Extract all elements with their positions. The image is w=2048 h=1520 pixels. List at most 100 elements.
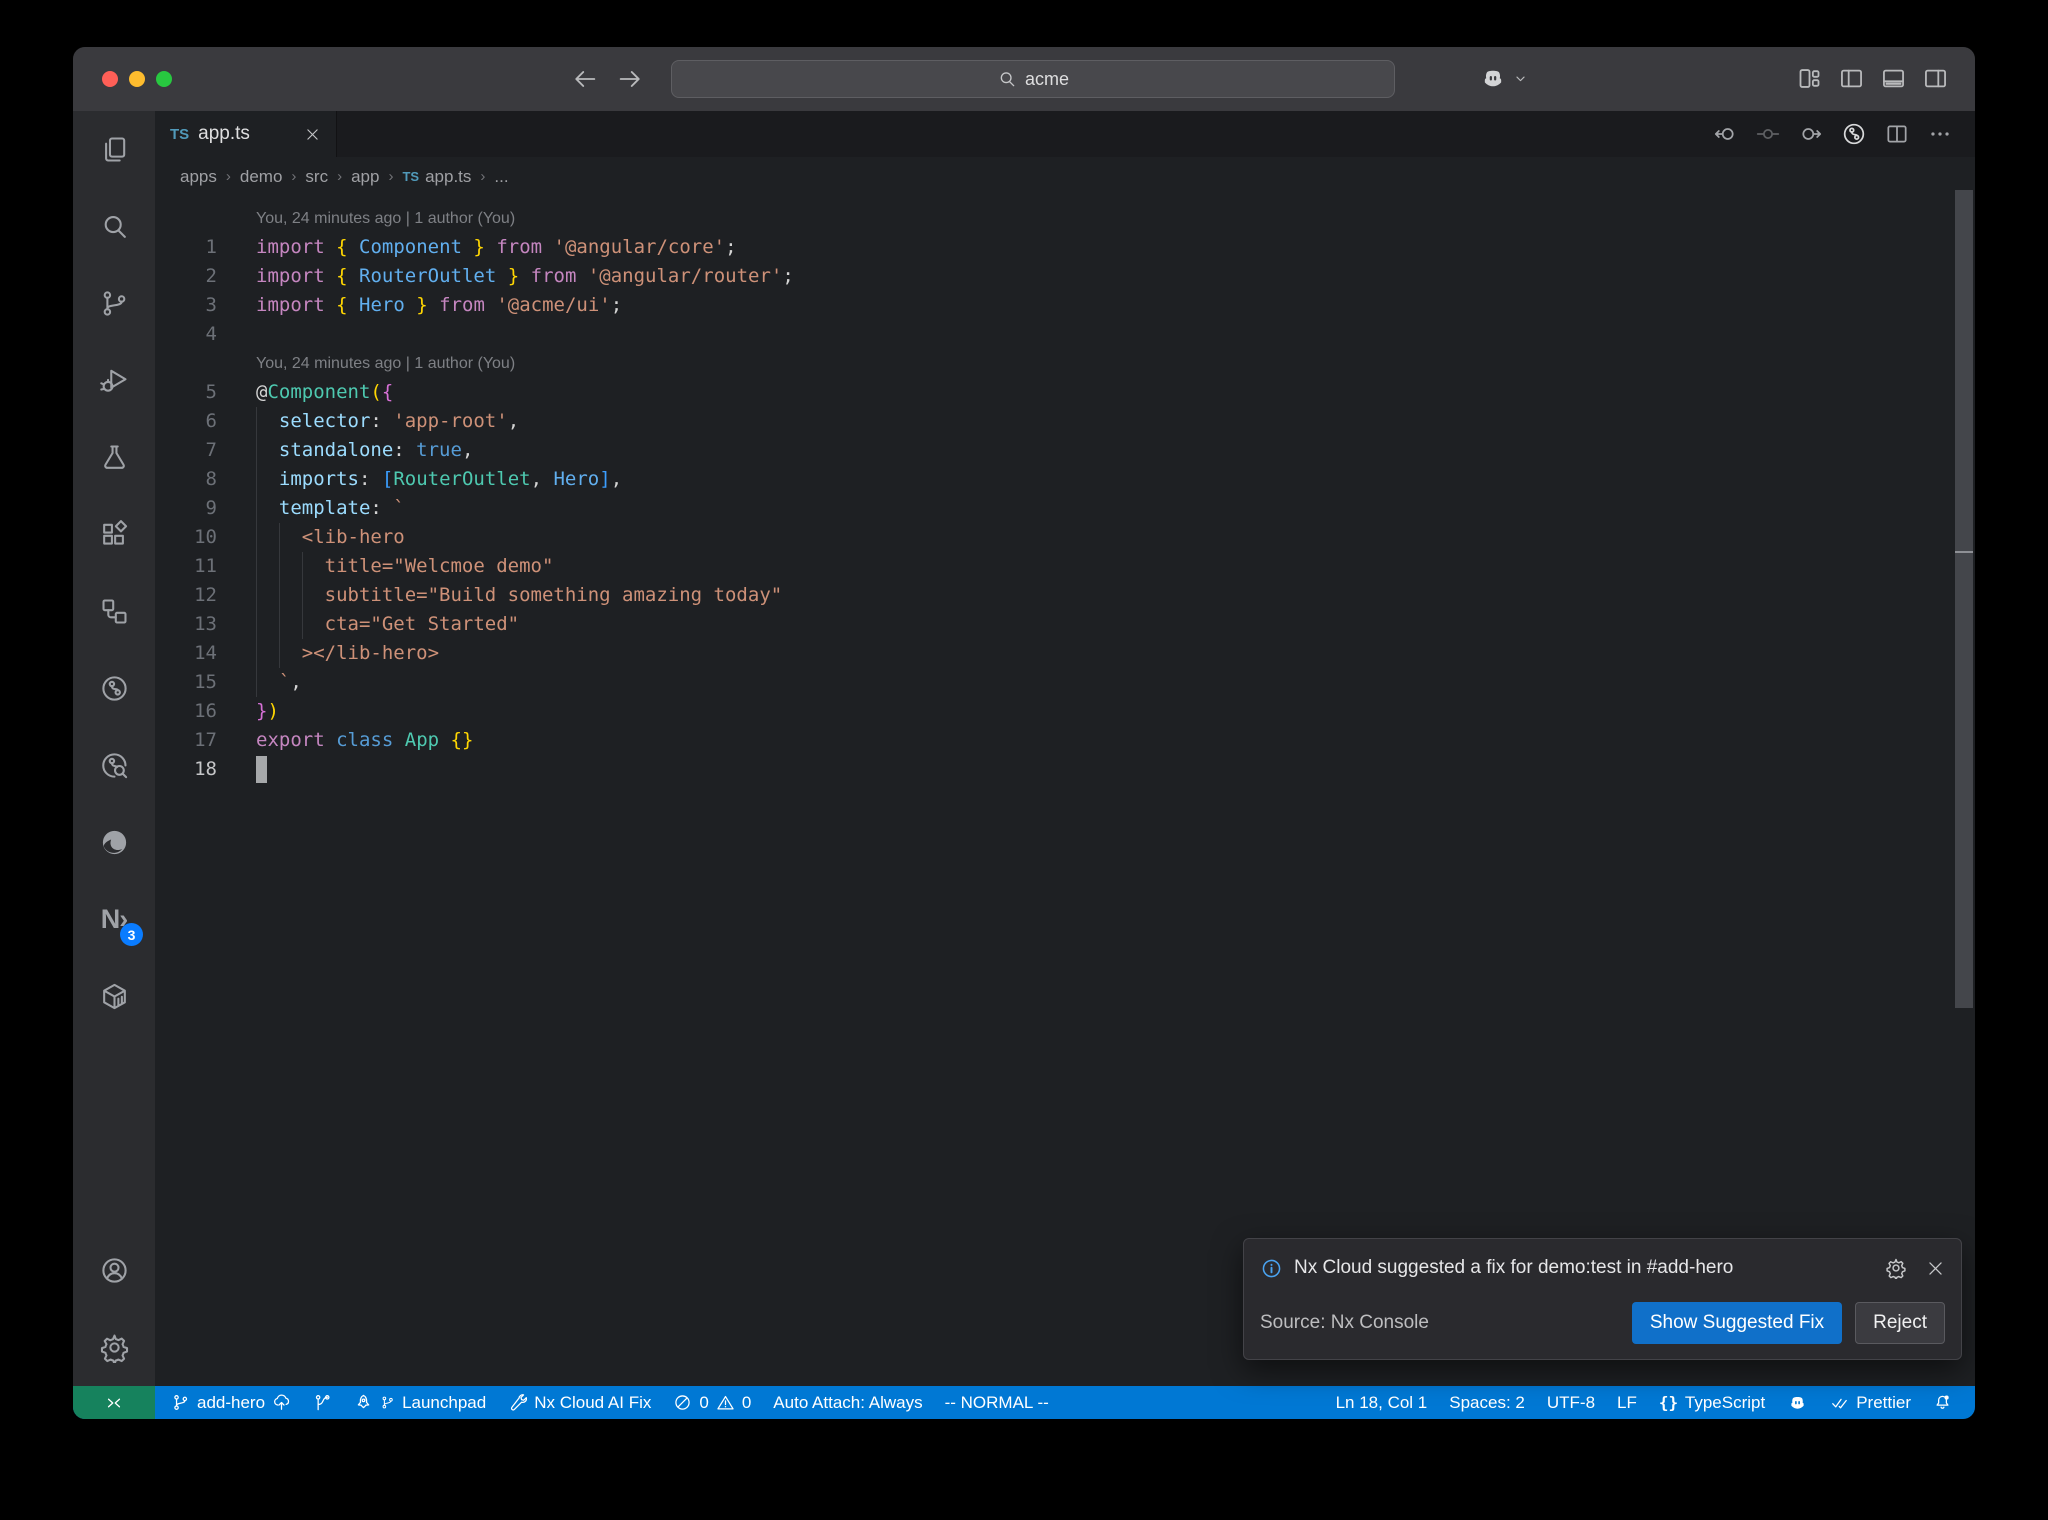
line-number: 12 [194, 584, 217, 606]
line-number: 3 [205, 294, 217, 316]
code-line[interactable]: }) [256, 697, 1953, 726]
code-line[interactable]: export class App {} [256, 726, 1953, 755]
code-line[interactable]: import { Component } from '@angular/core… [256, 233, 1953, 262]
breadcrumb-item-app[interactable]: app [351, 167, 379, 187]
copilot-icon [1479, 64, 1507, 92]
status-label: 0 [699, 1392, 709, 1412]
toggle-panel-icon[interactable] [1880, 65, 1907, 92]
nav-forward-icon[interactable] [1798, 121, 1824, 147]
activity-badge: 3 [120, 923, 143, 946]
code-line[interactable] [256, 320, 1953, 349]
activity-item-accounts[interactable] [73, 1232, 155, 1309]
status-item-problems[interactable]: 00 [662, 1386, 762, 1419]
breadcrumb-item-app-ts[interactable]: TS app.ts [402, 167, 471, 187]
split-editor-icon[interactable] [1884, 121, 1910, 147]
code-line[interactable]: imports: [RouterOutlet, Hero], [256, 465, 1953, 494]
code-line[interactable]: standalone: true, [256, 436, 1953, 465]
status-label: Spaces: 2 [1449, 1392, 1525, 1412]
code-line[interactable]: ></lib-hero> [256, 639, 1953, 668]
toggle-primary-sidebar-icon[interactable] [1838, 65, 1865, 92]
line-number [155, 349, 217, 378]
activity-item-gitlens[interactable] [73, 650, 155, 727]
activity-item-testing[interactable] [73, 419, 155, 496]
code-line[interactable] [256, 755, 1953, 784]
activity-item-extensions[interactable] [73, 496, 155, 573]
code-line[interactable]: cta="Get Started" [256, 610, 1953, 639]
status-item-notifications[interactable] [1922, 1386, 1963, 1419]
activity-item-browser-preview[interactable] [73, 804, 155, 881]
code-line[interactable]: `, [256, 668, 1953, 697]
gitlens-icon [99, 673, 130, 704]
close-window-button[interactable] [102, 71, 118, 87]
copilot-icon [1787, 1392, 1808, 1413]
status-item-language-mode[interactable]: {} TypeScript [1648, 1386, 1776, 1419]
status-item-eol[interactable]: LF [1606, 1386, 1648, 1419]
indent-guide [256, 610, 257, 639]
activity-item-settings[interactable] [73, 1309, 155, 1386]
tab-label: app.ts [198, 123, 250, 144]
reject-button[interactable]: Reject [1855, 1302, 1945, 1344]
scrollbar[interactable] [1955, 190, 1973, 1008]
indent-guide [256, 639, 257, 668]
breadcrumb-item-src[interactable]: src [305, 167, 328, 187]
code-line[interactable]: template: ` [256, 494, 1953, 523]
status-item-worktrees[interactable] [302, 1386, 343, 1419]
breadcrumb-item-demo[interactable]: demo [240, 167, 283, 187]
zoom-window-button[interactable] [156, 71, 172, 87]
close-icon[interactable] [1926, 1259, 1945, 1278]
code-line[interactable]: selector: 'app-root', [256, 407, 1953, 436]
line-number: 14 [194, 642, 217, 664]
vscode-window: acme N› 3 TS app.ts apps › demo › src › app › TS a… [73, 47, 1975, 1419]
breadcrumb-item-apps[interactable]: apps [180, 167, 217, 187]
close-tab-icon[interactable] [304, 126, 321, 143]
status-item-branch[interactable]: add-hero [160, 1386, 302, 1419]
nav-back-icon[interactable] [1712, 121, 1738, 147]
go-back-icon[interactable] [571, 65, 599, 93]
status-label: Nx Cloud AI Fix [534, 1392, 652, 1412]
activity-item-explorer[interactable] [73, 111, 155, 188]
graph-icon[interactable] [1841, 121, 1867, 147]
status-item-vim-mode[interactable]: -- NORMAL -- [934, 1386, 1060, 1419]
minimize-window-button[interactable] [129, 71, 145, 87]
remote-indicator[interactable] [73, 1386, 155, 1419]
activity-item-source-control[interactable] [73, 265, 155, 342]
status-item-auto-attach[interactable]: Auto Attach: Always [762, 1386, 933, 1419]
activity-item-containers[interactable] [73, 958, 155, 1035]
commit-node-icon[interactable] [1755, 121, 1781, 147]
copilot-menu[interactable] [1479, 64, 1529, 92]
status-item-encoding[interactable]: UTF-8 [1536, 1386, 1606, 1419]
code-line[interactable]: title="Welcmoe demo" [256, 552, 1953, 581]
breadcrumb-item--[interactable]: ... [494, 167, 508, 187]
chevron-down-icon[interactable] [1512, 70, 1529, 87]
git-blame-annotation[interactable]: You, 24 minutes ago | 1 author (You) [256, 349, 515, 378]
customize-layout-icon[interactable] [1796, 65, 1823, 92]
show-suggested-fix-button[interactable]: Show Suggested Fix [1631, 1302, 1843, 1344]
status-item-nx-cloud-ai-fix[interactable]: Nx Cloud AI Fix [497, 1386, 662, 1419]
go-forward-icon[interactable] [616, 65, 644, 93]
code-line[interactable]: import { RouterOutlet } from '@angular/r… [256, 262, 1953, 291]
code-line[interactable]: <lib-hero [256, 523, 1953, 552]
status-item-copilot-status[interactable] [1776, 1386, 1819, 1419]
notification-settings-icon[interactable] [1885, 1257, 1907, 1279]
code-row: 15 `, [155, 668, 1953, 697]
activity-item-project-structure[interactable] [73, 573, 155, 650]
rocket-icon [354, 1393, 373, 1412]
activity-item-gitlens-inspect[interactable] [73, 727, 155, 804]
status-item-launchpad[interactable]: Launchpad [343, 1386, 497, 1419]
activity-item-run-and-debug[interactable] [73, 342, 155, 419]
git-blame-annotation[interactable]: You, 24 minutes ago | 1 author (You) [256, 204, 515, 233]
code-editor[interactable]: You, 24 minutes ago | 1 author (You) 1 imp… [155, 196, 1953, 1386]
status-item-cursor-position[interactable]: Ln 18, Col 1 [1325, 1386, 1439, 1419]
toggle-secondary-sidebar-icon[interactable] [1922, 65, 1949, 92]
line-number: 9 [205, 497, 217, 519]
code-line[interactable]: @Component({ [256, 378, 1953, 407]
status-item-formatter[interactable]: Prettier [1819, 1386, 1922, 1419]
code-line[interactable]: subtitle="Build something amazing today" [256, 581, 1953, 610]
activity-item-nx-console[interactable]: N› 3 [73, 881, 155, 958]
command-center-search[interactable]: acme [671, 60, 1395, 98]
code-line[interactable]: import { Hero } from '@acme/ui'; [256, 291, 1953, 320]
status-item-indentation[interactable]: Spaces: 2 [1438, 1386, 1536, 1419]
tab-app-ts[interactable]: TS app.ts [155, 111, 337, 157]
more-actions-icon[interactable] [1927, 121, 1953, 147]
activity-item-search[interactable] [73, 188, 155, 265]
